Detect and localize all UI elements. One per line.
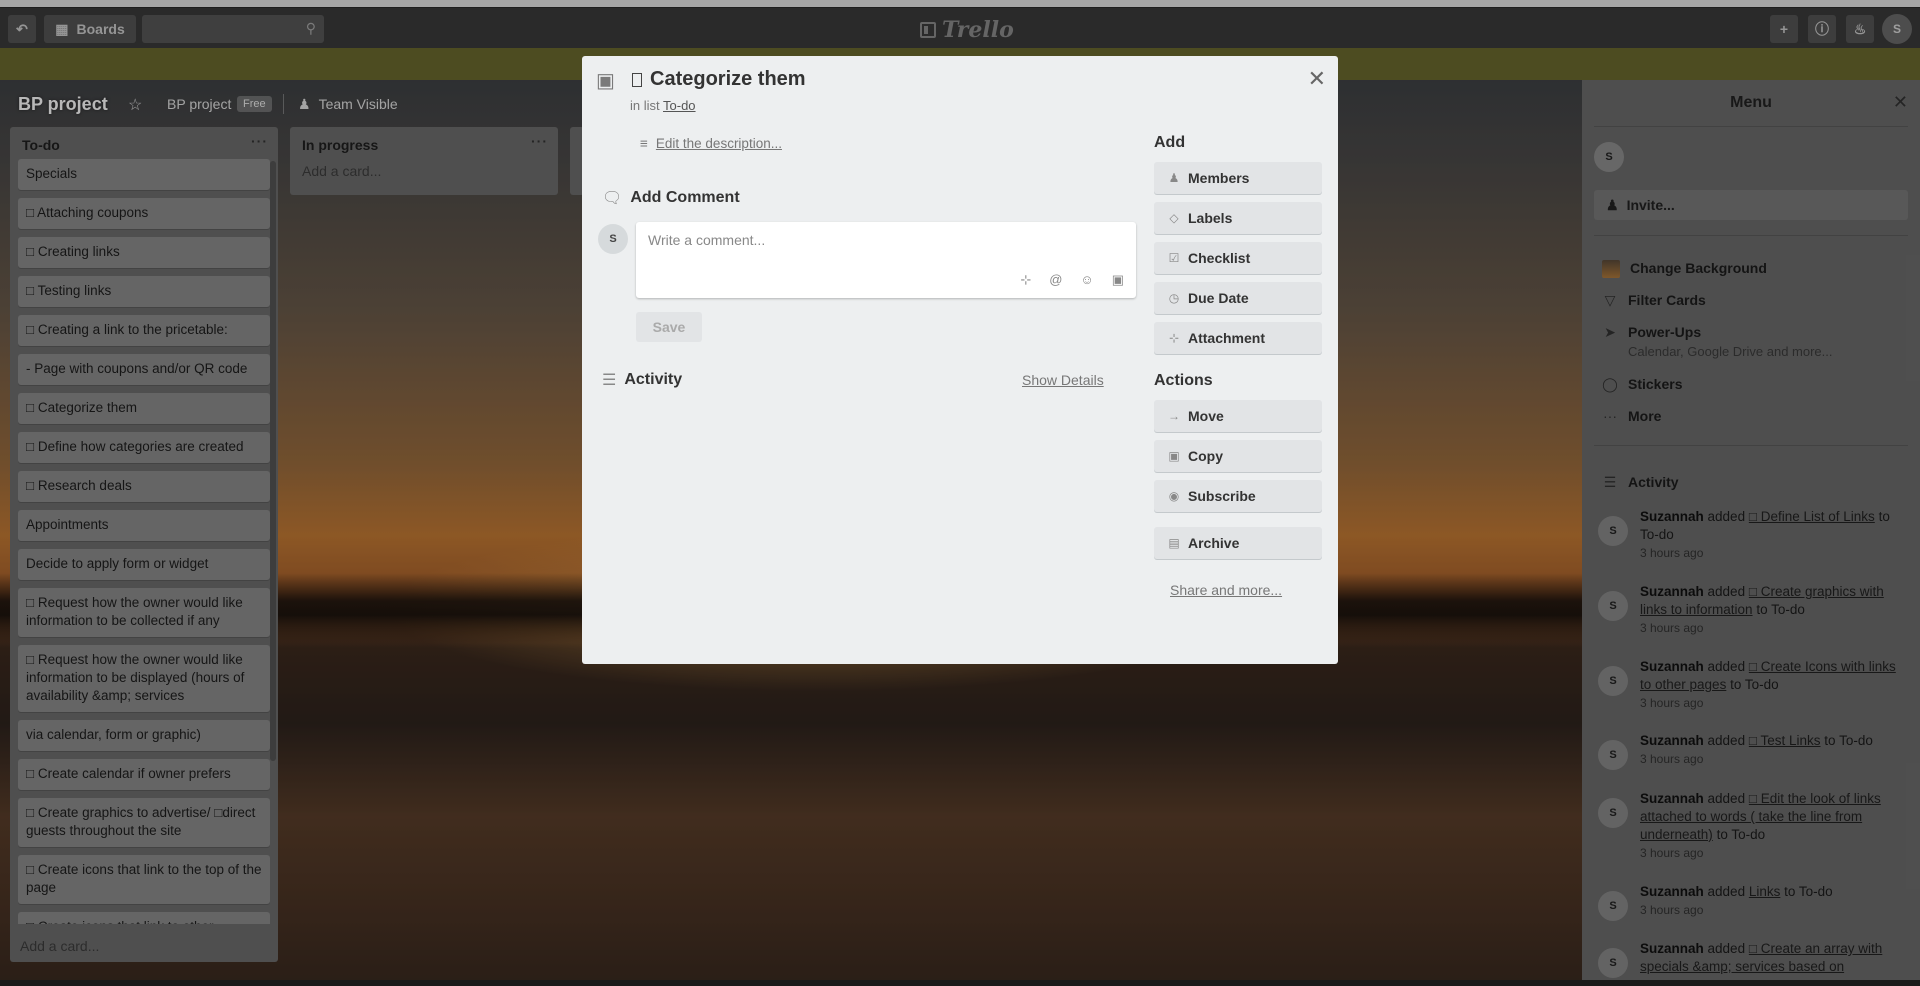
add-comment-heading: 🗨︎ Add Comment <box>602 188 740 208</box>
edit-description-label: Edit the description... <box>655 136 782 151</box>
subscribe-button[interactable]: ◉ Subscribe <box>1154 480 1322 512</box>
archive-icon: ▤ <box>1168 536 1180 550</box>
checklist-icon: ☑ <box>1168 251 1180 265</box>
button-label: Attachment <box>1188 330 1266 346</box>
tag-icon: ◇ <box>1169 211 1179 225</box>
button-label: Labels <box>1188 210 1233 226</box>
actions-heading: Actions <box>1154 372 1213 389</box>
comment-placeholder: Write a comment... <box>648 232 766 248</box>
copy-button[interactable]: ▣ Copy <box>1154 440 1322 472</box>
card-detail-modal: ▣ Categorize them in list To-do ✕ ≡ Edit… <box>582 56 1338 664</box>
checklist-button[interactable]: ☑ Checklist <box>1154 242 1322 274</box>
activity-label: Activity <box>624 371 683 388</box>
comment-icon: 🗨︎ <box>602 190 623 207</box>
card-title[interactable]: Categorize them <box>632 68 806 91</box>
card-icon: ▣ <box>596 70 615 92</box>
add-heading: Add <box>1154 134 1186 151</box>
eye-icon: ◉ <box>1168 489 1180 503</box>
comment-avatar[interactable]: S <box>598 224 628 254</box>
paperclip-icon: ⊹ <box>1168 331 1180 345</box>
in-list-prefix: in list <box>630 98 660 113</box>
show-details-link[interactable]: Show Details <box>1022 372 1104 388</box>
save-button[interactable]: Save <box>636 312 702 342</box>
person-icon: ♟ <box>1168 171 1180 185</box>
activity-heading: ☰ Activity <box>602 370 682 390</box>
due-date-button[interactable]: ◷ Due Date <box>1154 282 1322 314</box>
card-title-text: Categorize them <box>650 68 806 90</box>
button-label: Checklist <box>1188 250 1251 266</box>
attachment-icon[interactable]: ⊹ <box>1020 272 1031 288</box>
attachment-button[interactable]: ⊹ Attachment <box>1154 322 1322 354</box>
emoji-icon[interactable]: ☺ <box>1080 272 1093 288</box>
checkbox-icon <box>632 72 642 87</box>
add-comment-label: Add Comment <box>630 189 740 206</box>
clock-icon: ◷ <box>1168 291 1180 305</box>
activity-icon: ☰ <box>602 372 617 389</box>
labels-button[interactable]: ◇ Labels <box>1154 202 1322 234</box>
button-label: Archive <box>1188 535 1240 551</box>
card-link-icon[interactable]: ▣ <box>1112 272 1124 288</box>
arrow-right-icon: → <box>1168 409 1180 423</box>
share-link[interactable]: Share and more... <box>1170 582 1282 598</box>
in-list-text: in list To-do <box>630 98 696 113</box>
edit-description-link[interactable]: ≡ Edit the description... <box>640 136 782 151</box>
move-button[interactable]: → Move <box>1154 400 1322 432</box>
description-icon: ≡ <box>640 136 648 151</box>
button-label: Copy <box>1188 448 1223 464</box>
button-label: Due Date <box>1188 290 1249 306</box>
copy-icon: ▣ <box>1168 449 1180 463</box>
in-list-link[interactable]: To-do <box>663 98 696 113</box>
comment-input[interactable]: Write a comment... ⊹ @ ☺ ▣ <box>636 222 1136 298</box>
button-label: Members <box>1188 170 1250 186</box>
close-icon[interactable]: ✕ <box>1308 66 1326 92</box>
button-label: Subscribe <box>1188 488 1256 504</box>
members-button[interactable]: ♟ Members <box>1154 162 1322 194</box>
archive-button[interactable]: ▤ Archive <box>1154 527 1322 559</box>
mention-icon[interactable]: @ <box>1049 272 1062 288</box>
bottom-strip <box>0 980 1920 986</box>
comment-toolbar: ⊹ @ ☺ ▣ <box>1020 272 1124 288</box>
button-label: Move <box>1188 408 1224 424</box>
